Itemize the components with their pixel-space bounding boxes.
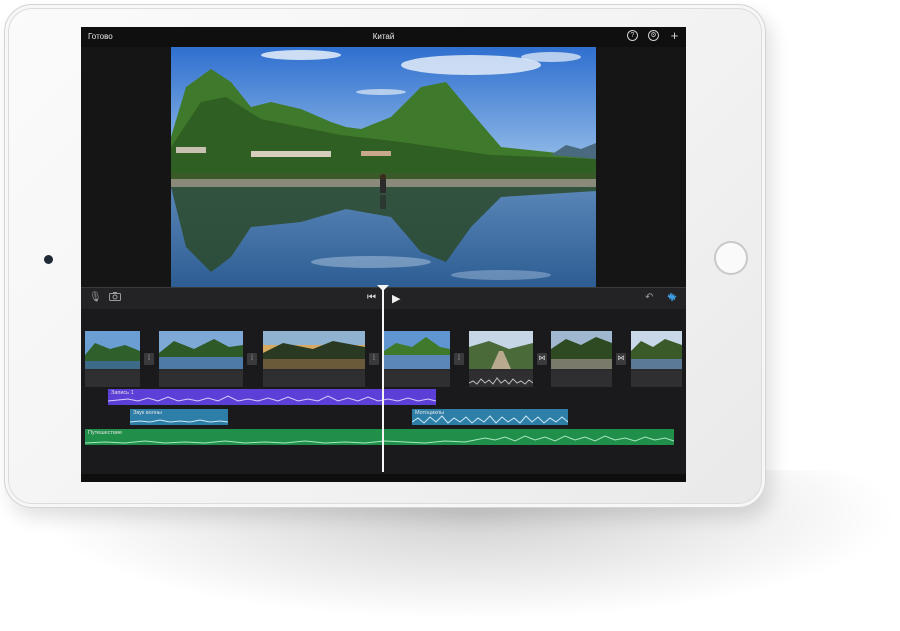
audio-track-music[interactable]: Путешествие	[85, 429, 674, 445]
audio-waveform	[412, 415, 568, 424]
camera-icon[interactable]	[109, 292, 121, 304]
audio-waveform	[85, 435, 674, 444]
video-clip[interactable]	[263, 331, 365, 387]
plus-icon[interactable]: +	[669, 29, 680, 42]
video-clip[interactable]	[159, 331, 243, 387]
help-icon[interactable]: ?	[627, 30, 638, 41]
bottom-bar	[81, 474, 686, 482]
transition-icon[interactable]: ⁞	[454, 353, 464, 365]
top-bar: Готово Китай ? ⚙ +	[81, 27, 686, 47]
undo-icon[interactable]: ↶	[645, 292, 653, 303]
microphone-icon[interactable]: 🎙	[89, 292, 102, 303]
video-clip[interactable]	[384, 331, 450, 387]
audio-track-wave-sound[interactable]: Звук волны	[130, 409, 228, 425]
audio-waveform	[130, 419, 228, 423]
audio-waveform	[108, 395, 436, 402]
imovie-screen: Готово Китай ? ⚙ + 🎙 ⏮ ▶ ↶ ⁞ ⁞ ⁞ ⁞ ⋈ ⋈ З…	[81, 27, 686, 482]
transition-icon[interactable]: ⋈	[616, 353, 626, 365]
front-camera	[44, 255, 53, 264]
video-clip[interactable]	[551, 331, 612, 387]
transition-icon[interactable]: ⁞	[247, 353, 257, 365]
video-clip[interactable]	[631, 331, 682, 387]
top-bar-actions: ? ⚙ +	[627, 29, 680, 42]
skip-back-icon[interactable]: ⏮	[367, 292, 376, 303]
playhead[interactable]	[382, 289, 384, 472]
transition-icon[interactable]: ⋈	[537, 353, 547, 365]
gear-icon[interactable]: ⚙	[648, 30, 659, 41]
audio-track-recording[interactable]: Запись 1	[108, 389, 436, 405]
video-clip[interactable]	[468, 331, 534, 387]
transition-icon[interactable]: ⁞	[144, 353, 154, 365]
waveform-icon[interactable]	[667, 292, 677, 305]
project-title: Китай	[372, 32, 395, 41]
preview-image	[171, 47, 596, 287]
audio-track-motorcycles[interactable]: Мотоциклы	[412, 409, 568, 425]
transition-icon[interactable]: ⁞	[369, 353, 379, 365]
video-clip[interactable]	[85, 331, 140, 387]
video-preview[interactable]	[171, 47, 596, 287]
video-viewer	[81, 47, 686, 287]
home-button[interactable]	[714, 241, 748, 275]
play-icon[interactable]: ▶	[392, 292, 400, 305]
audio-waveform	[468, 371, 534, 387]
